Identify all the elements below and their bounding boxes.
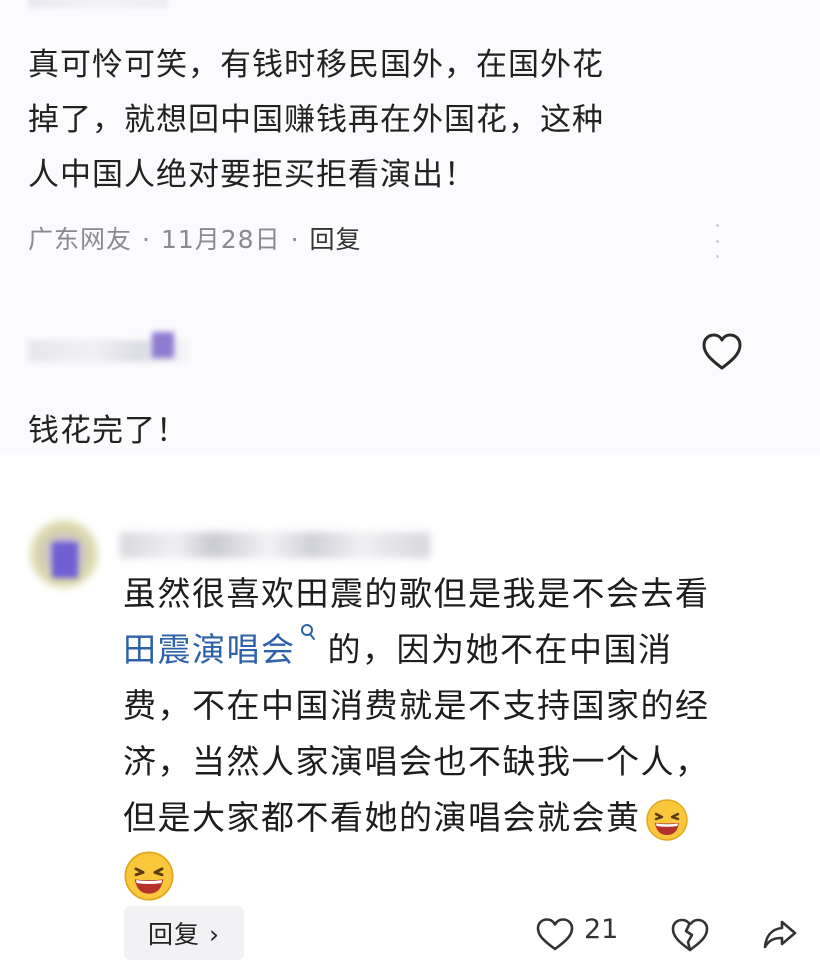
comment-1-line-3: 人中国人绝对要拒买拒看演出！ xyxy=(28,157,476,193)
like-count: 21 xyxy=(584,914,619,945)
comment-date: 11月28日 xyxy=(160,225,281,254)
reply-button[interactable]: 回复 › xyxy=(124,906,244,960)
reply-link[interactable]: 回复 xyxy=(310,225,362,254)
share-arrow-icon[interactable] xyxy=(762,916,798,952)
search-icon[interactable] xyxy=(298,622,316,648)
blurred-username-2 xyxy=(120,532,430,558)
comment-1-line-1: 真可怜可笑，有钱时移民国外，在国外花 xyxy=(28,47,604,83)
comment-2-line-5: 但是大家都不看她的演唱会就会黄 xyxy=(123,798,641,837)
comment-2-actions: 回复 › 21 xyxy=(0,900,820,970)
comment-1-text: 真可怜可笑，有钱时移民国外，在国外花 掉了，就想回中国赚钱再在外国花，这种 人中… xyxy=(28,38,708,203)
comment-2-line-4: 济，当然人家演唱会也不缺我一个人， xyxy=(123,742,710,781)
more-options-icon[interactable] xyxy=(716,224,720,258)
avatar-figure xyxy=(52,542,78,578)
laughing-emoji-icon xyxy=(124,851,174,901)
comment-2-text: 虽然很喜欢田震的歌但是我是不会去看 田震演唱会 的，因为她不在中国消 费，不在中… xyxy=(123,566,783,902)
heart-icon[interactable] xyxy=(700,330,744,372)
broken-heart-icon[interactable] xyxy=(670,916,710,954)
blurred-badge xyxy=(152,332,174,358)
reply-1-text: 钱花完了！ xyxy=(28,413,188,449)
comment-2-line-2: 的，因为她不在中国消 xyxy=(315,630,673,669)
comment-1-meta: 广东网友 · 11月28日 · 回复 xyxy=(28,225,362,254)
laughing-emoji-icon xyxy=(645,798,688,841)
comment-2-line-1: 虽然很喜欢田震的歌但是我是不会去看 xyxy=(123,574,710,613)
concert-search-link[interactable]: 田震演唱会 xyxy=(123,630,296,669)
comment-location: 广东网友 xyxy=(28,225,133,254)
blurred-header xyxy=(28,0,168,8)
heart-icon[interactable] xyxy=(535,916,575,952)
comment-1-line-2: 掉了，就想回中国赚钱再在外国花，这种 xyxy=(28,102,604,138)
comment-2-line-3: 费，不在中国消费就是不支持国家的经 xyxy=(123,686,710,725)
comment-card-1: 真可怜可笑，有钱时移民国外，在国外花 掉了，就想回中国赚钱再在外国花，这种 人中… xyxy=(0,0,820,455)
